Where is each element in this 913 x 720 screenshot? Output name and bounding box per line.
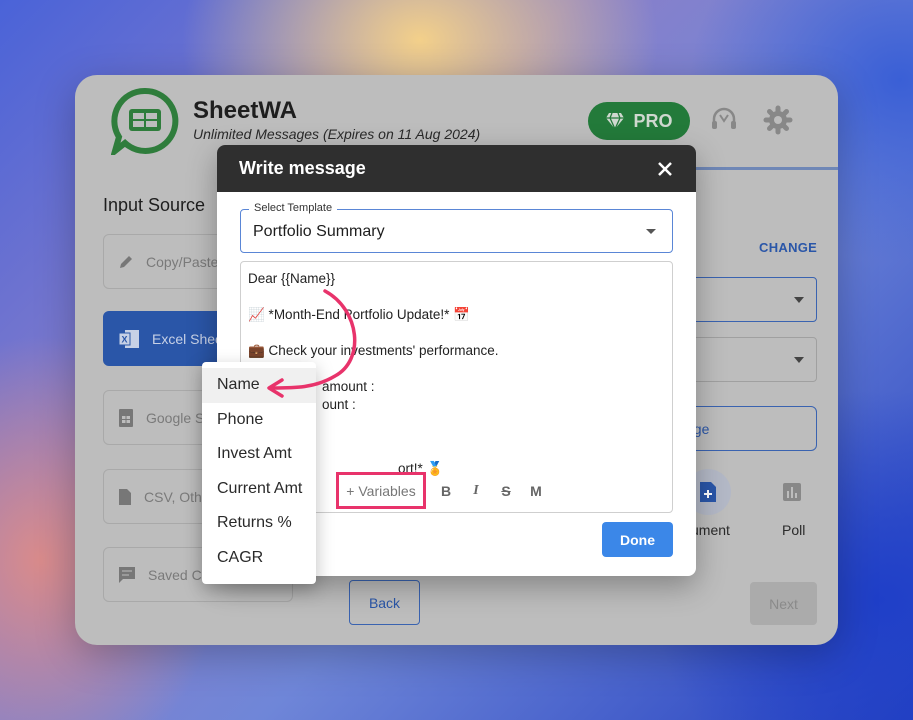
variable-item-name[interactable]: Name xyxy=(202,368,316,403)
pro-label: PRO xyxy=(633,110,673,131)
italic-button[interactable]: I xyxy=(466,482,486,500)
source-label: Excel Shee xyxy=(152,330,223,347)
close-icon[interactable] xyxy=(656,160,674,178)
monospace-button[interactable]: M xyxy=(526,482,546,500)
document-label: ument xyxy=(691,522,730,538)
variable-item-returns[interactable]: Returns % xyxy=(202,506,316,541)
template-select-label: Select Template xyxy=(249,202,338,214)
source-label: CSV, Othe xyxy=(144,488,210,505)
diamond-icon xyxy=(606,112,625,130)
variables-menu: Name Phone Invest Amt Current Amt Return… xyxy=(202,362,316,584)
file-icon xyxy=(119,488,131,505)
variable-item-phone[interactable]: Phone xyxy=(202,403,316,438)
chevron-down-icon xyxy=(646,229,656,234)
source-label: Copy/Paste xyxy=(146,253,219,270)
message-line xyxy=(248,324,665,342)
poll-label: Poll xyxy=(782,522,806,538)
template-select-value: Portfolio Summary xyxy=(253,223,385,240)
template-select[interactable]: Select Template Portfolio Summary xyxy=(240,202,673,253)
poll-icon[interactable] xyxy=(783,483,801,501)
source-label: Saved C xyxy=(148,566,202,583)
variable-item-current-amt[interactable]: Current Amt xyxy=(202,472,316,507)
strikethrough-button[interactable]: S xyxy=(496,482,516,500)
chevron-down-icon xyxy=(794,297,804,303)
bold-button[interactable]: B xyxy=(436,482,456,500)
source-label: Google S xyxy=(146,409,205,426)
document-add-icon xyxy=(700,482,716,502)
done-button[interactable]: Done xyxy=(602,522,673,557)
sheets-icon xyxy=(119,408,133,427)
svg-text:X: X xyxy=(121,334,127,344)
chevron-down-icon xyxy=(794,357,804,363)
chat-icon xyxy=(119,566,135,583)
pro-button[interactable]: PRO xyxy=(588,102,690,140)
back-button[interactable]: Back xyxy=(349,580,420,625)
next-button[interactable]: Next xyxy=(750,582,817,625)
message-line: 💼 Check your investments' performance. xyxy=(248,343,499,358)
dialog-title: Write message xyxy=(239,158,366,178)
dialog-header: Write message xyxy=(217,145,696,192)
message-line: 📈 *Month-End Portfolio Update!* 📅 xyxy=(248,307,470,322)
tab-indicator xyxy=(695,167,838,170)
message-line xyxy=(248,288,665,306)
format-toolbar: + Variables B I S M xyxy=(336,472,546,509)
variable-item-cagr[interactable]: CAGR xyxy=(202,541,316,576)
variables-button[interactable]: + Variables xyxy=(336,472,426,509)
change-link[interactable]: CHANGE xyxy=(759,240,817,255)
excel-icon: X xyxy=(118,329,139,348)
input-source-heading: Input Source xyxy=(103,195,206,215)
sheetwa-logo-icon xyxy=(111,87,179,155)
message-line: Dear {{Name}} xyxy=(248,271,336,286)
variable-item-invest-amt[interactable]: Invest Amt xyxy=(202,437,316,472)
support-headset-icon[interactable] xyxy=(709,105,739,135)
pencil-icon xyxy=(120,255,132,268)
app-title: SheetWA xyxy=(193,97,298,124)
subscription-status: Unlimited Messages (Expires on 11 Aug 20… xyxy=(193,126,481,142)
gear-icon[interactable] xyxy=(763,105,793,135)
